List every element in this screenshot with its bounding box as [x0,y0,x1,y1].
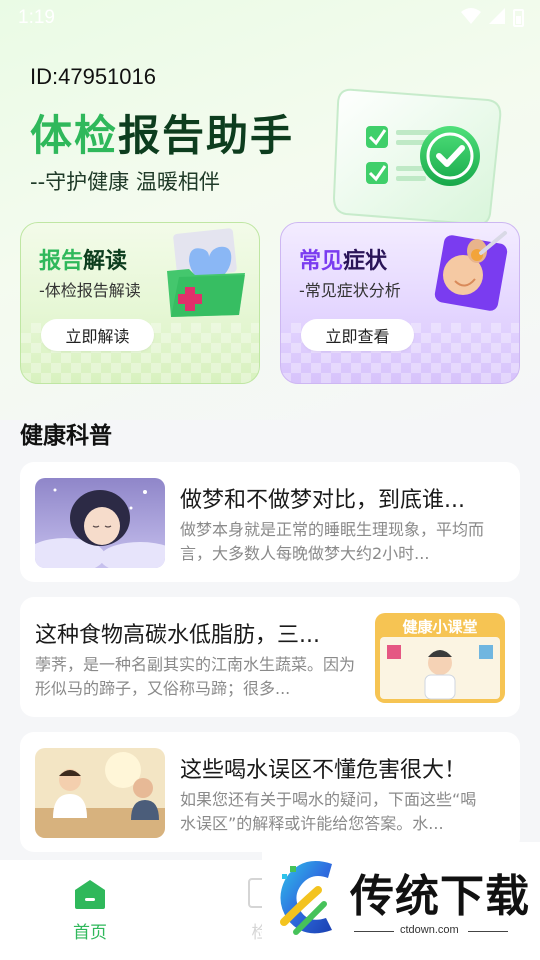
status-time: 1:19 [18,7,55,28]
watermark-url: ctdown.com [400,924,459,936]
nav-home-label: 首页 [73,923,107,943]
watermark-divider [468,931,508,932]
common-symptoms-card[interactable]: 常见症状 -常见症状分析 立即查看 [280,222,520,384]
watermark-divider [354,931,394,932]
watermark-logo-icon [280,861,332,935]
article-item[interactable]: 这些喝水误区不懂危害很大！ 如果您还有关于喝水的疑问，下面这些“喝水误区”的解释… [20,732,520,852]
report-card-subtitle: -体检报告解读 [39,281,141,300]
symptom-card-title: 常见症状 [299,243,387,275]
home-icon [75,880,105,909]
interpret-now-button[interactable]: 立即解读 [41,319,154,351]
health-class-label: 健康小课堂 [402,618,478,636]
article-title: 做梦和不做梦对比，到底谁... [180,488,465,513]
view-now-button[interactable]: 立即查看 [301,319,414,351]
symptom-card-title-a: 常见 [299,249,344,274]
user-id: ID:47951016 [30,64,156,89]
nav-home-tab[interactable]: 首页 [55,878,125,943]
health-science-section-title: 健康科普 [20,423,112,449]
article-item[interactable]: 这种食物高碳水低脂肪，三... 荸荠，是一种名副其实的江南水生蔬菜。因为形似马的… [20,597,520,717]
heart-folder-icon [167,228,245,317]
doctor-consultation-thumbnail [35,748,165,838]
status-icons [461,8,524,28]
battery-icon [513,9,524,27]
article-title: 这种食物高碳水低脂肪，三... [35,623,320,648]
watermark-brand: 传统下载 [350,871,530,922]
article-description: 如果您还有关于喝水的疑问，下面这些“喝水误区”的解释或许能给您答案。水... [180,790,477,833]
app-title: 体检报告助手 [30,102,294,163]
article-description: 做梦本身就是正常的睡眠生理现象，平均而言，大多数人每晚做梦大约2小时... [180,520,485,563]
watermark-overlay: 传统下载 ctdown.com [262,842,540,960]
dreaming-girl-thumbnail [35,478,165,568]
report-interpretation-card[interactable]: 报告解读 -体检报告解读 立即解读 [20,222,260,384]
symptom-card-title-b: 症状 [343,249,388,274]
article-item[interactable]: 做梦和不做梦对比，到底谁... 做梦本身就是正常的睡眠生理现象，平均而言，大多数… [20,462,520,582]
status-bar: 1:19 [0,0,540,36]
thermometer-hand-icon [434,231,508,311]
signal-icon [489,8,505,28]
wifi-icon [461,8,481,28]
report-card-title-a: 报告 [39,249,84,274]
health-class-thumbnail: 健康小课堂 [375,613,505,703]
article-description: 荸荠，是一种名副其实的江南水生蔬菜。因为形似马的蹄子，又俗称马蹄；很多... [35,655,355,698]
app-title-part2: 报告助手 [118,111,295,160]
symptom-card-subtitle: -常见症状分析 [299,281,401,300]
app-slogan: --守护健康 温暖相伴 [30,170,220,194]
report-document-illustration [332,88,502,226]
article-title: 这些喝水误区不懂危害很大！ [180,758,467,783]
report-card-title: 报告解读 [39,243,127,275]
report-card-title-b: 解读 [83,249,128,274]
app-title-part1: 体检 [30,111,119,160]
